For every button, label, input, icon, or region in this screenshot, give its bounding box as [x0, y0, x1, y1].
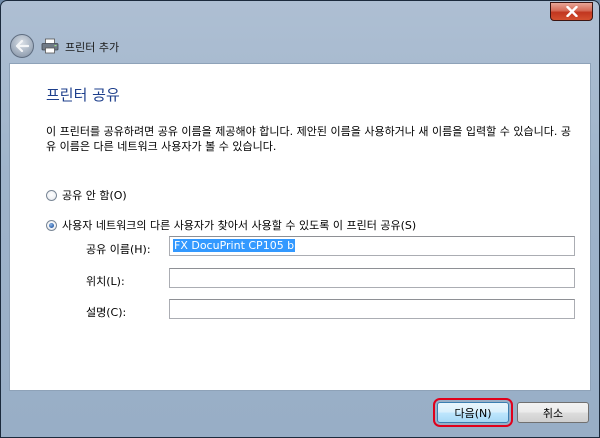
- no-share-radio[interactable]: [46, 189, 57, 201]
- close-icon: [565, 6, 578, 17]
- share-option[interactable]: 사용자 네트워크의 다른 사용자가 찾아서 사용할 수 있도록 이 프린터 공유…: [46, 217, 416, 233]
- share-name-value: FX DocuPrint CP105 b: [173, 239, 296, 252]
- location-input[interactable]: [169, 268, 575, 288]
- comment-label: 설명(C):: [86, 306, 127, 319]
- back-button[interactable]: [10, 34, 34, 58]
- no-share-label: 공유 안 함(O): [62, 189, 127, 202]
- page-description: 이 프린터를 공유하려면 공유 이름을 제공해야 합니다. 제안된 이름을 사용…: [46, 125, 571, 153]
- share-name-label: 공유 이름(H):: [86, 243, 151, 256]
- share-name-input[interactable]: FX DocuPrint CP105 b: [169, 236, 575, 256]
- wizard-content-panel: 프린터 공유 이 프린터를 공유하려면 공유 이름을 제공해야 합니다. 제안된…: [9, 63, 591, 391]
- back-arrow-icon: [15, 40, 29, 52]
- comment-input[interactable]: [169, 299, 575, 319]
- share-radio[interactable]: [46, 219, 57, 231]
- dialog-window: 프린터 추가 프린터 공유 이 프린터를 공유하려면 공유 이름을 제공해야 합…: [0, 0, 600, 438]
- wizard-footer: 다음(N) 취소: [1, 391, 599, 437]
- cancel-button[interactable]: 취소: [517, 402, 589, 423]
- wizard-title: 프린터 추가: [65, 41, 120, 54]
- page-heading: 프린터 공유: [46, 86, 120, 104]
- close-button[interactable]: [550, 2, 593, 21]
- share-label: 사용자 네트워크의 다른 사용자가 찾아서 사용할 수 있도록 이 프린터 공유…: [62, 219, 417, 232]
- title-bar: [1, 1, 599, 29]
- no-share-option[interactable]: 공유 안 함(O): [46, 187, 127, 203]
- printer-icon: [41, 38, 59, 54]
- location-label: 위치(L):: [86, 275, 125, 288]
- next-button[interactable]: 다음(N): [433, 398, 513, 427]
- wizard-nav-bar: 프린터 추가: [1, 31, 599, 61]
